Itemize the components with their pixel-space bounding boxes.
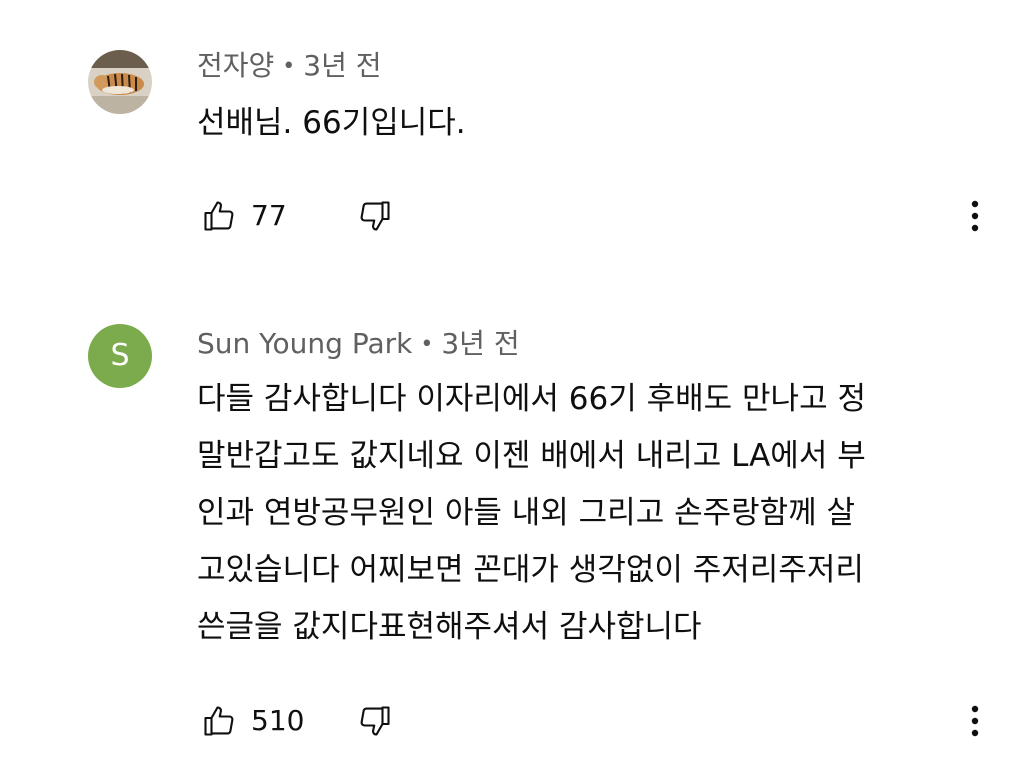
- more-options-button[interactable]: [957, 699, 993, 743]
- comment-text: 선배님. 66기입니다.: [197, 95, 987, 152]
- comment-line: 말반갑고도 값지네요 이젠 배에서 내리고 LA에서 부: [197, 438, 866, 474]
- like-button[interactable]: [197, 699, 241, 743]
- timestamp[interactable]: 3년 전: [303, 49, 381, 82]
- comment-line: 쓴글을 값지다표현해주셔서 감사합니다: [197, 609, 702, 645]
- comment-line: 다들 감사합니다 이자리에서 66기 후배도 만나고 정: [197, 381, 866, 417]
- timestamp[interactable]: 3년 전: [441, 327, 519, 360]
- like-button[interactable]: [197, 194, 241, 238]
- meta-separator: •: [282, 54, 296, 79]
- avatar-initial: S: [110, 338, 130, 373]
- comment-meta: 전자양 • 3년 전: [197, 48, 382, 85]
- author-name[interactable]: 전자양: [197, 49, 274, 82]
- thumbs-up-icon: [204, 201, 234, 231]
- author-name[interactable]: Sun Young Park: [197, 327, 412, 360]
- thumbs-up-icon: [204, 706, 234, 736]
- comment-text: 다들 감사합니다 이자리에서 66기 후배도 만나고 정 말반갑고도 값지네요 …: [197, 371, 987, 656]
- comment-line: 인과 연방공무원인 아들 내외 그리고 손주랑함께 살: [197, 495, 856, 531]
- comment: S Sun Young Park • 3년 전 다들 감사합니다 이자리에서 66기…: [0, 300, 1024, 780]
- more-vert-icon: [971, 200, 979, 232]
- dislike-button[interactable]: [353, 699, 397, 743]
- comment: 전자양 • 3년 전 선배님. 66기입니다. 77: [0, 0, 1024, 300]
- comment-line: 선배님. 66기입니다.: [197, 105, 466, 141]
- like-count: 510: [251, 704, 305, 737]
- avatar[interactable]: S: [88, 324, 152, 388]
- thumbs-down-icon: [360, 706, 390, 736]
- more-vert-icon: [971, 705, 979, 737]
- avatar-photo: [88, 50, 152, 114]
- meta-separator: •: [420, 332, 434, 357]
- avatar[interactable]: [88, 50, 152, 114]
- thumbs-down-icon: [360, 201, 390, 231]
- dislike-button[interactable]: [353, 194, 397, 238]
- comment-actions: 510: [197, 699, 997, 743]
- comment-actions: 77: [197, 194, 997, 238]
- comment-meta: Sun Young Park • 3년 전: [197, 326, 520, 363]
- comment-line: 고있습니다 어찌보면 꼰대가 생각없이 주저리주저리: [197, 552, 864, 588]
- like-count: 77: [251, 199, 287, 232]
- more-options-button[interactable]: [957, 194, 993, 238]
